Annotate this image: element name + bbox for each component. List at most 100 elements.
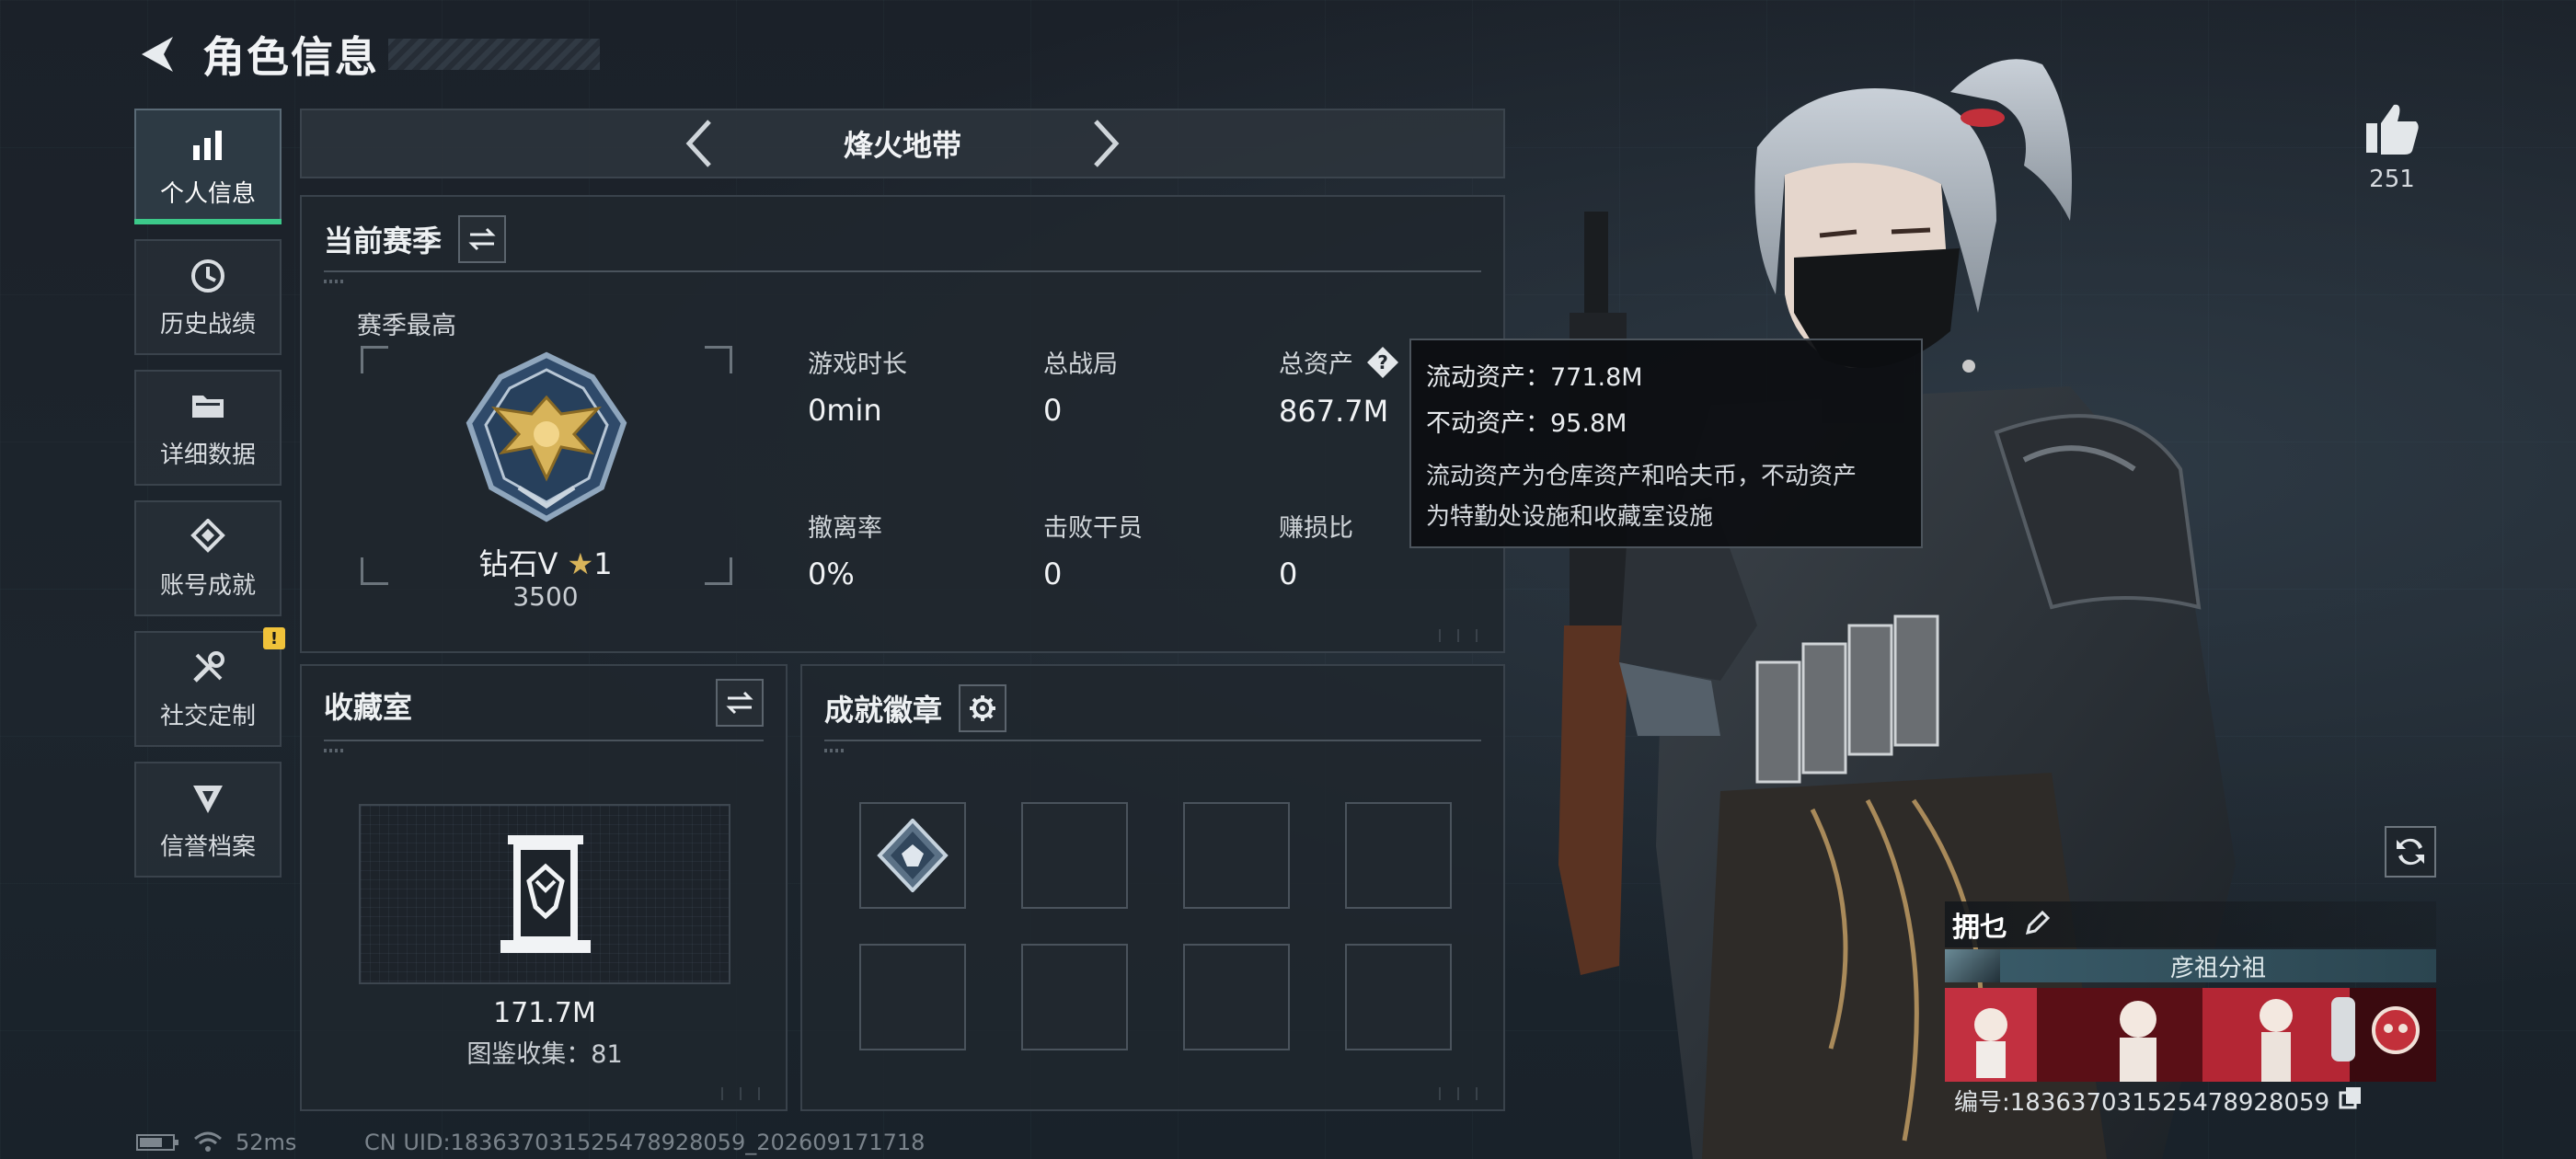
badge-settings-button[interactable] (959, 684, 1007, 732)
edit-name-button[interactable] (2024, 909, 2052, 940)
copy-id-button[interactable] (2339, 1085, 2363, 1116)
rank-stars: 1 (593, 546, 613, 581)
nav-item-achievements[interactable]: 账号成就 (134, 500, 282, 616)
badge-slot-5[interactable] (859, 944, 966, 1050)
help-icon[interactable]: ? (1365, 345, 1400, 386)
clan-avatar (1945, 949, 2000, 982)
collection-preview[interactable] (359, 804, 730, 984)
back-arrow-icon (142, 37, 173, 72)
warning-badge: ! (263, 627, 285, 649)
status-bar: 52ms (136, 1130, 296, 1155)
player-id-row: 编号:1836370315254789280​59 (1954, 1084, 2363, 1118)
stat-profit-ratio: 赚损比 0 (1279, 514, 1353, 591)
history-clock-icon (188, 256, 228, 296)
collection-switch-button[interactable] (716, 679, 764, 727)
shield-rank-icon (188, 778, 228, 819)
stat-extraction-rate: 撤离率 0% (808, 514, 882, 591)
badge-slot-4[interactable] (1345, 802, 1452, 909)
badge-slot-6[interactable] (1021, 944, 1128, 1050)
assets-description: 流动资产为仓库资产和哈夫币，不动资产 为特勤处设施和收藏室设施 (1426, 463, 1857, 531)
season-switch-button[interactable] (458, 215, 507, 263)
rank-name: 钻石V (478, 546, 558, 581)
swap-icon (726, 691, 753, 715)
thumbs-up-icon (2366, 104, 2419, 155)
chevron-right-icon (1094, 120, 1120, 167)
nav-item-detailed-data[interactable]: 详细数据 (134, 370, 282, 486)
like-button[interactable]: 251 (2355, 101, 2429, 193)
badge-slot-1[interactable] (859, 802, 966, 909)
battery-icon (136, 1134, 178, 1151)
nav-label: 信誉档案 (159, 832, 256, 861)
prev-mode-button[interactable] (673, 116, 728, 171)
badge-slot-8[interactable] (1345, 944, 1452, 1050)
divider (324, 270, 1481, 272)
refresh-icon (2397, 838, 2424, 866)
chevron-left-icon (685, 120, 711, 167)
back-button[interactable] (132, 29, 182, 79)
season-best-label: 赛季最高 (357, 312, 456, 340)
player-id: 编号:1836370315254789280​59 (1954, 1089, 2330, 1117)
display-case-icon (500, 835, 591, 953)
account-uid: CN UID:183637031525478928059_20260917171… (364, 1130, 926, 1155)
clan-bar[interactable]: 彦祖分祖 (1945, 949, 2436, 982)
season-title: 当前赛季 (324, 224, 443, 258)
nav-label: 账号成就 (159, 571, 256, 600)
swap-icon (468, 227, 496, 251)
divider-tick (324, 280, 344, 283)
collection-count: 图鉴收集：81 (466, 1040, 623, 1069)
stat-total-matches: 总战局 0 (1043, 350, 1118, 428)
bar-chart-icon (188, 125, 228, 166)
page-header: 角色信息 (132, 22, 600, 86)
nav-item-history[interactable]: 历史战绩 (134, 239, 282, 355)
achievement-badge-icon (877, 819, 949, 892)
divider (824, 740, 1481, 741)
pencil-icon (2025, 910, 2051, 935)
achievement-badges-panel: 成就徽章 (800, 664, 1505, 1111)
page-title: 角色信息 (202, 32, 379, 82)
svg-text:?: ? (1377, 351, 1388, 373)
star-icon: ★ (567, 546, 594, 581)
divider-tick (324, 749, 344, 752)
player-card: 拥乜 彦祖分祖 (1945, 901, 2436, 1082)
clan-name: 彦祖分祖 (2169, 954, 2266, 982)
nav-item-personal-info[interactable]: 个人信息 (134, 109, 282, 224)
player-banner[interactable] (1945, 988, 2436, 1082)
tools-icon (188, 648, 228, 688)
diamond-rank-emblem-icon (466, 351, 627, 522)
nav-item-social-custom[interactable]: ! 社交定制 (134, 627, 285, 747)
badge-slot-2[interactable] (1021, 802, 1128, 909)
rank-name-row: 钻石V ★1 (357, 541, 734, 583)
rank-score: 3500 (512, 581, 579, 612)
nav-label: 个人信息 (159, 179, 256, 208)
comic-banner-image (1945, 988, 2436, 1082)
wifi-icon (194, 1131, 222, 1152)
divider-tick (824, 749, 845, 752)
current-season-panel: 当前赛季 赛季最高 钻石V ★1 3500 游戏时长 0min 总战局 0 总资… (300, 195, 1505, 653)
achievement-diamond-icon (188, 517, 228, 557)
corner-decoration (721, 1087, 776, 1100)
nav-label: 社交定制 (159, 702, 256, 730)
nav-item-credit-file[interactable]: 信誉档案 (134, 762, 282, 878)
badges-title: 成就徽章 (824, 693, 943, 728)
folder-icon (188, 386, 228, 427)
divider (324, 740, 764, 741)
badge-slot-3[interactable] (1183, 802, 1290, 909)
mode-title: 烽火地带 (843, 128, 961, 163)
nav-label: 详细数据 (159, 441, 256, 469)
copy-icon (2339, 1087, 2362, 1109)
fixed-assets: 不动资产：95.8M (1426, 409, 1627, 438)
collection-room-panel: 收藏室 171.7M 图鉴收集：81 (300, 664, 788, 1111)
stat-total-assets: 总资产 ? 867.7M (1279, 344, 1400, 429)
side-nav: 个人信息 历史战绩 详细数据 账号成就 ! 社交定制 信誉档案 (134, 109, 285, 892)
assets-tooltip: 流动资产：771.8M 不动资产：95.8M 流动资产为仓库资产和哈夫币，不动资… (1409, 339, 1923, 548)
stat-operators-defeated: 击败干员 0 (1043, 514, 1143, 591)
liquid-assets: 流动资产：771.8M (1426, 363, 1643, 392)
nav-label: 历史战绩 (159, 310, 256, 339)
title-decoration (388, 39, 600, 70)
next-mode-button[interactable] (1077, 116, 1133, 171)
badge-slot-7[interactable] (1183, 944, 1290, 1050)
rotate-model-button[interactable] (2385, 826, 2436, 878)
collection-title: 收藏室 (324, 690, 413, 725)
mode-selector: 烽火地带 (300, 109, 1505, 178)
player-name: 拥乜 (1952, 912, 2007, 944)
